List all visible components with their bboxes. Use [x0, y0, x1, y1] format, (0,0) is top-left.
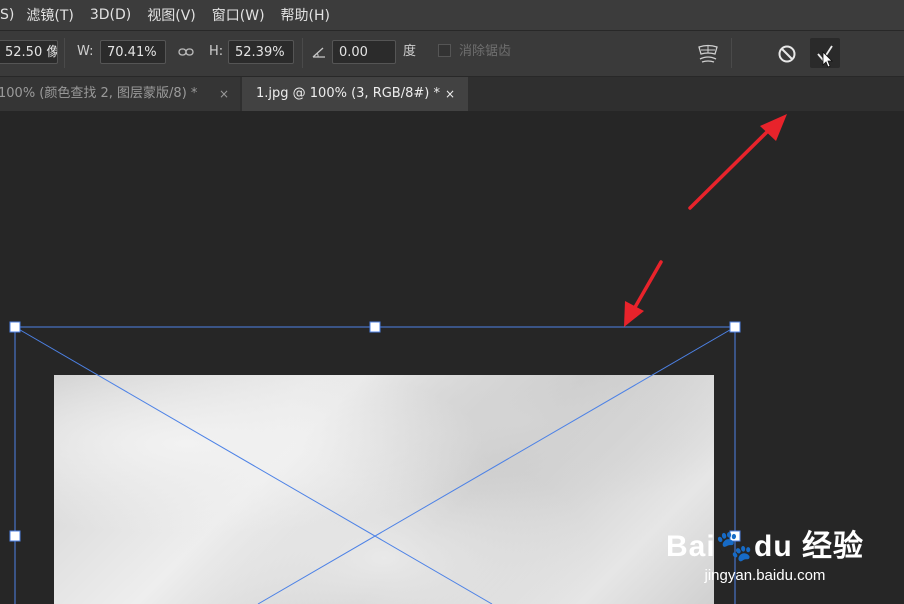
commit-transform-button[interactable]: [810, 38, 840, 68]
tab-document-2[interactable]: 1.jpg @ 100% (3, RGB/8#) * ×: [242, 77, 468, 111]
tab-close-icon[interactable]: ×: [219, 77, 229, 111]
canvas-area[interactable]: Bai🐾du 经验 jingyan.baidu.com: [0, 111, 904, 604]
tab-title: 1.jpg @ 100% (3, RGB/8#) *: [256, 86, 440, 101]
menu-filter[interactable]: 滤镜(T): [26, 5, 73, 25]
width-label: W:: [77, 44, 94, 59]
y-position-field[interactable]: 52.50 像素: [0, 40, 58, 64]
menu-bar: S) 滤镜(T) 3D(D) 视图(V) 窗口(W) 帮助(H): [0, 0, 904, 30]
antialias-label: 消除锯齿: [459, 44, 512, 59]
menu-view[interactable]: 视图(V): [147, 5, 196, 25]
height-label: H:: [209, 44, 224, 59]
watermark-url: jingyan.baidu.com: [704, 567, 826, 584]
tab-document-1[interactable]: 100% (颜色查找 2, 图层蒙版/8) * ×: [0, 77, 240, 111]
watermark-logo: Bai🐾du 经验: [665, 530, 864, 563]
antialias-checkbox[interactable]: [438, 44, 451, 57]
menu-window[interactable]: 窗口(W): [212, 5, 265, 25]
transform-handle-top-left[interactable]: [9, 321, 21, 333]
width-field[interactable]: 70.41%: [100, 40, 166, 64]
annotation-arrow: [688, 114, 787, 210]
cancel-transform-icon[interactable]: [774, 41, 800, 67]
divider: [731, 38, 732, 68]
transform-options-bar: 52.50 像素 W: 70.41% H: 52.39% 0.00 度 消除锯齿: [0, 31, 904, 76]
tab-title: 100% (颜色查找 2, 图层蒙版/8) *: [0, 86, 198, 101]
transform-handle-top-center[interactable]: [369, 321, 381, 333]
tab-close-icon[interactable]: ×: [445, 77, 455, 111]
divider: [64, 38, 65, 68]
annotation-arrow: [624, 260, 663, 327]
menu-help[interactable]: 帮助(H): [281, 5, 330, 25]
transform-handle-middle-left[interactable]: [9, 530, 21, 542]
baidu-jingyan-watermark: Bai🐾du 经验 jingyan.baidu.com: [666, 521, 864, 584]
angle-field[interactable]: 0.00: [332, 40, 396, 64]
angle-unit-label: 度: [403, 44, 417, 59]
height-field[interactable]: 52.39%: [228, 40, 294, 64]
angle-icon: [310, 43, 328, 61]
link-icon[interactable]: [176, 43, 196, 61]
menu-select[interactable]: S): [0, 7, 14, 23]
checkmark-icon: [817, 45, 833, 68]
divider: [302, 38, 303, 68]
menu-3d[interactable]: 3D(D): [90, 7, 131, 23]
transform-bounding-box[interactable]: [14, 326, 736, 604]
warp-mode-icon[interactable]: [695, 41, 721, 67]
transform-handle-top-right[interactable]: [729, 321, 741, 333]
document-tab-bar: 100% (颜色查找 2, 图层蒙版/8) * × 1.jpg @ 100% (…: [0, 77, 904, 111]
